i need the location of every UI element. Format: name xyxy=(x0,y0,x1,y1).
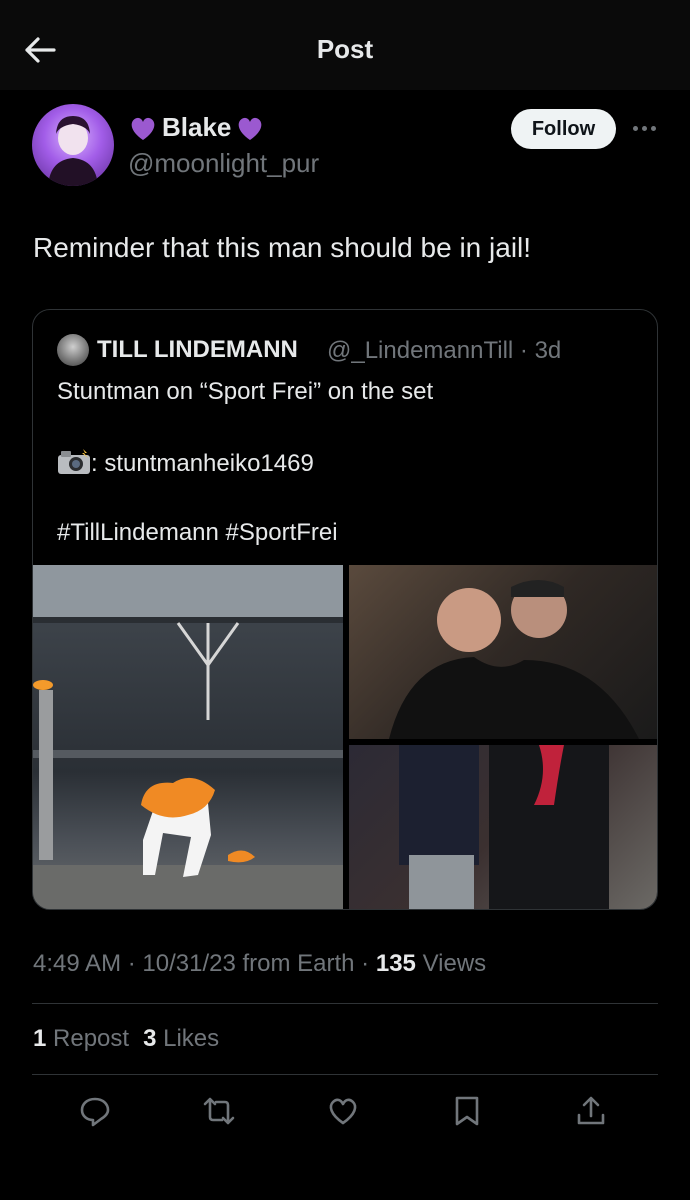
post-source: from Earth xyxy=(242,950,355,977)
reply-button[interactable] xyxy=(78,1094,112,1128)
bookmark-button[interactable] xyxy=(450,1094,484,1128)
views-count: 135 xyxy=(375,950,416,977)
quoted-text-line: Stuntman on “Sport Frei” on the set xyxy=(57,378,434,405)
quoted-text-line: : stuntmanheiko1469 xyxy=(57,449,314,478)
follow-button[interactable]: Follow xyxy=(511,109,616,149)
quoted-author-name[interactable]: TILL LINDEMANN xyxy=(97,336,298,364)
likes-label: Likes xyxy=(163,1025,220,1052)
quoted-media-grid[interactable] xyxy=(33,565,657,909)
likes-stat[interactable]: 3 Likes xyxy=(143,1025,219,1053)
media-image-stuntman[interactable] xyxy=(33,565,343,909)
media-image-two-men[interactable] xyxy=(349,565,657,739)
reposts-count: 1 xyxy=(33,1025,47,1052)
reposts-label: Repost xyxy=(53,1025,130,1052)
avatar-image xyxy=(48,116,98,186)
like-button[interactable] xyxy=(326,1094,360,1128)
share-icon xyxy=(577,1096,605,1125)
page-title: Post xyxy=(316,34,374,64)
bookmark-icon xyxy=(455,1096,479,1126)
quoted-tweet[interactable]: TILL LINDEMANN @_LindemannTill · 3d Stun… xyxy=(32,309,658,910)
like-icon xyxy=(329,1098,357,1125)
man-woman-image xyxy=(399,745,609,909)
author-display-name[interactable]: Blake xyxy=(128,112,265,143)
photo-credit-text: : stuntmanheiko1469 xyxy=(91,450,314,477)
quoted-hashtags[interactable]: #TillLindemann #SportFrei xyxy=(57,519,338,547)
dot xyxy=(650,125,656,131)
quoted-author-handle[interactable]: @_LindemannTill · 3d xyxy=(327,337,561,365)
share-button[interactable] xyxy=(574,1094,608,1128)
purple-heart-icon xyxy=(239,117,262,140)
camera-flash-icon xyxy=(58,449,90,474)
likes-count: 3 xyxy=(143,1025,157,1052)
stadium-fire-image xyxy=(33,565,343,909)
engagement-stats: 1 Repost 3 Likes xyxy=(33,1025,219,1053)
purple-heart-icon xyxy=(131,117,155,140)
divider xyxy=(32,1003,658,1004)
author-handle[interactable]: @moonlight_pur xyxy=(128,148,319,179)
tweet-text: Reminder that this man should be in jail… xyxy=(33,232,532,263)
more-options-button[interactable] xyxy=(628,118,660,138)
repost-button[interactable] xyxy=(202,1094,236,1128)
post-metadata: 4:49 AM · 10/31/23 from Earth · 135 View… xyxy=(33,950,487,977)
media-image-man-and-woman[interactable] xyxy=(349,745,657,909)
reply-icon xyxy=(80,1097,110,1127)
divider xyxy=(32,1074,658,1075)
author-name-text: Blake xyxy=(162,112,232,142)
post-date: 10/31/23 xyxy=(142,950,236,977)
reposts-stat[interactable]: 1 Repost xyxy=(33,1025,129,1053)
author-avatar[interactable] xyxy=(32,104,114,186)
dot xyxy=(641,125,647,131)
post-time: 4:49 AM xyxy=(33,950,122,977)
top-bar: Post xyxy=(0,0,690,90)
views-label: Views xyxy=(422,950,487,977)
two-men-image xyxy=(389,580,639,739)
dot xyxy=(632,125,638,131)
repost-icon xyxy=(203,1097,235,1125)
quoted-author-avatar[interactable] xyxy=(57,334,89,366)
